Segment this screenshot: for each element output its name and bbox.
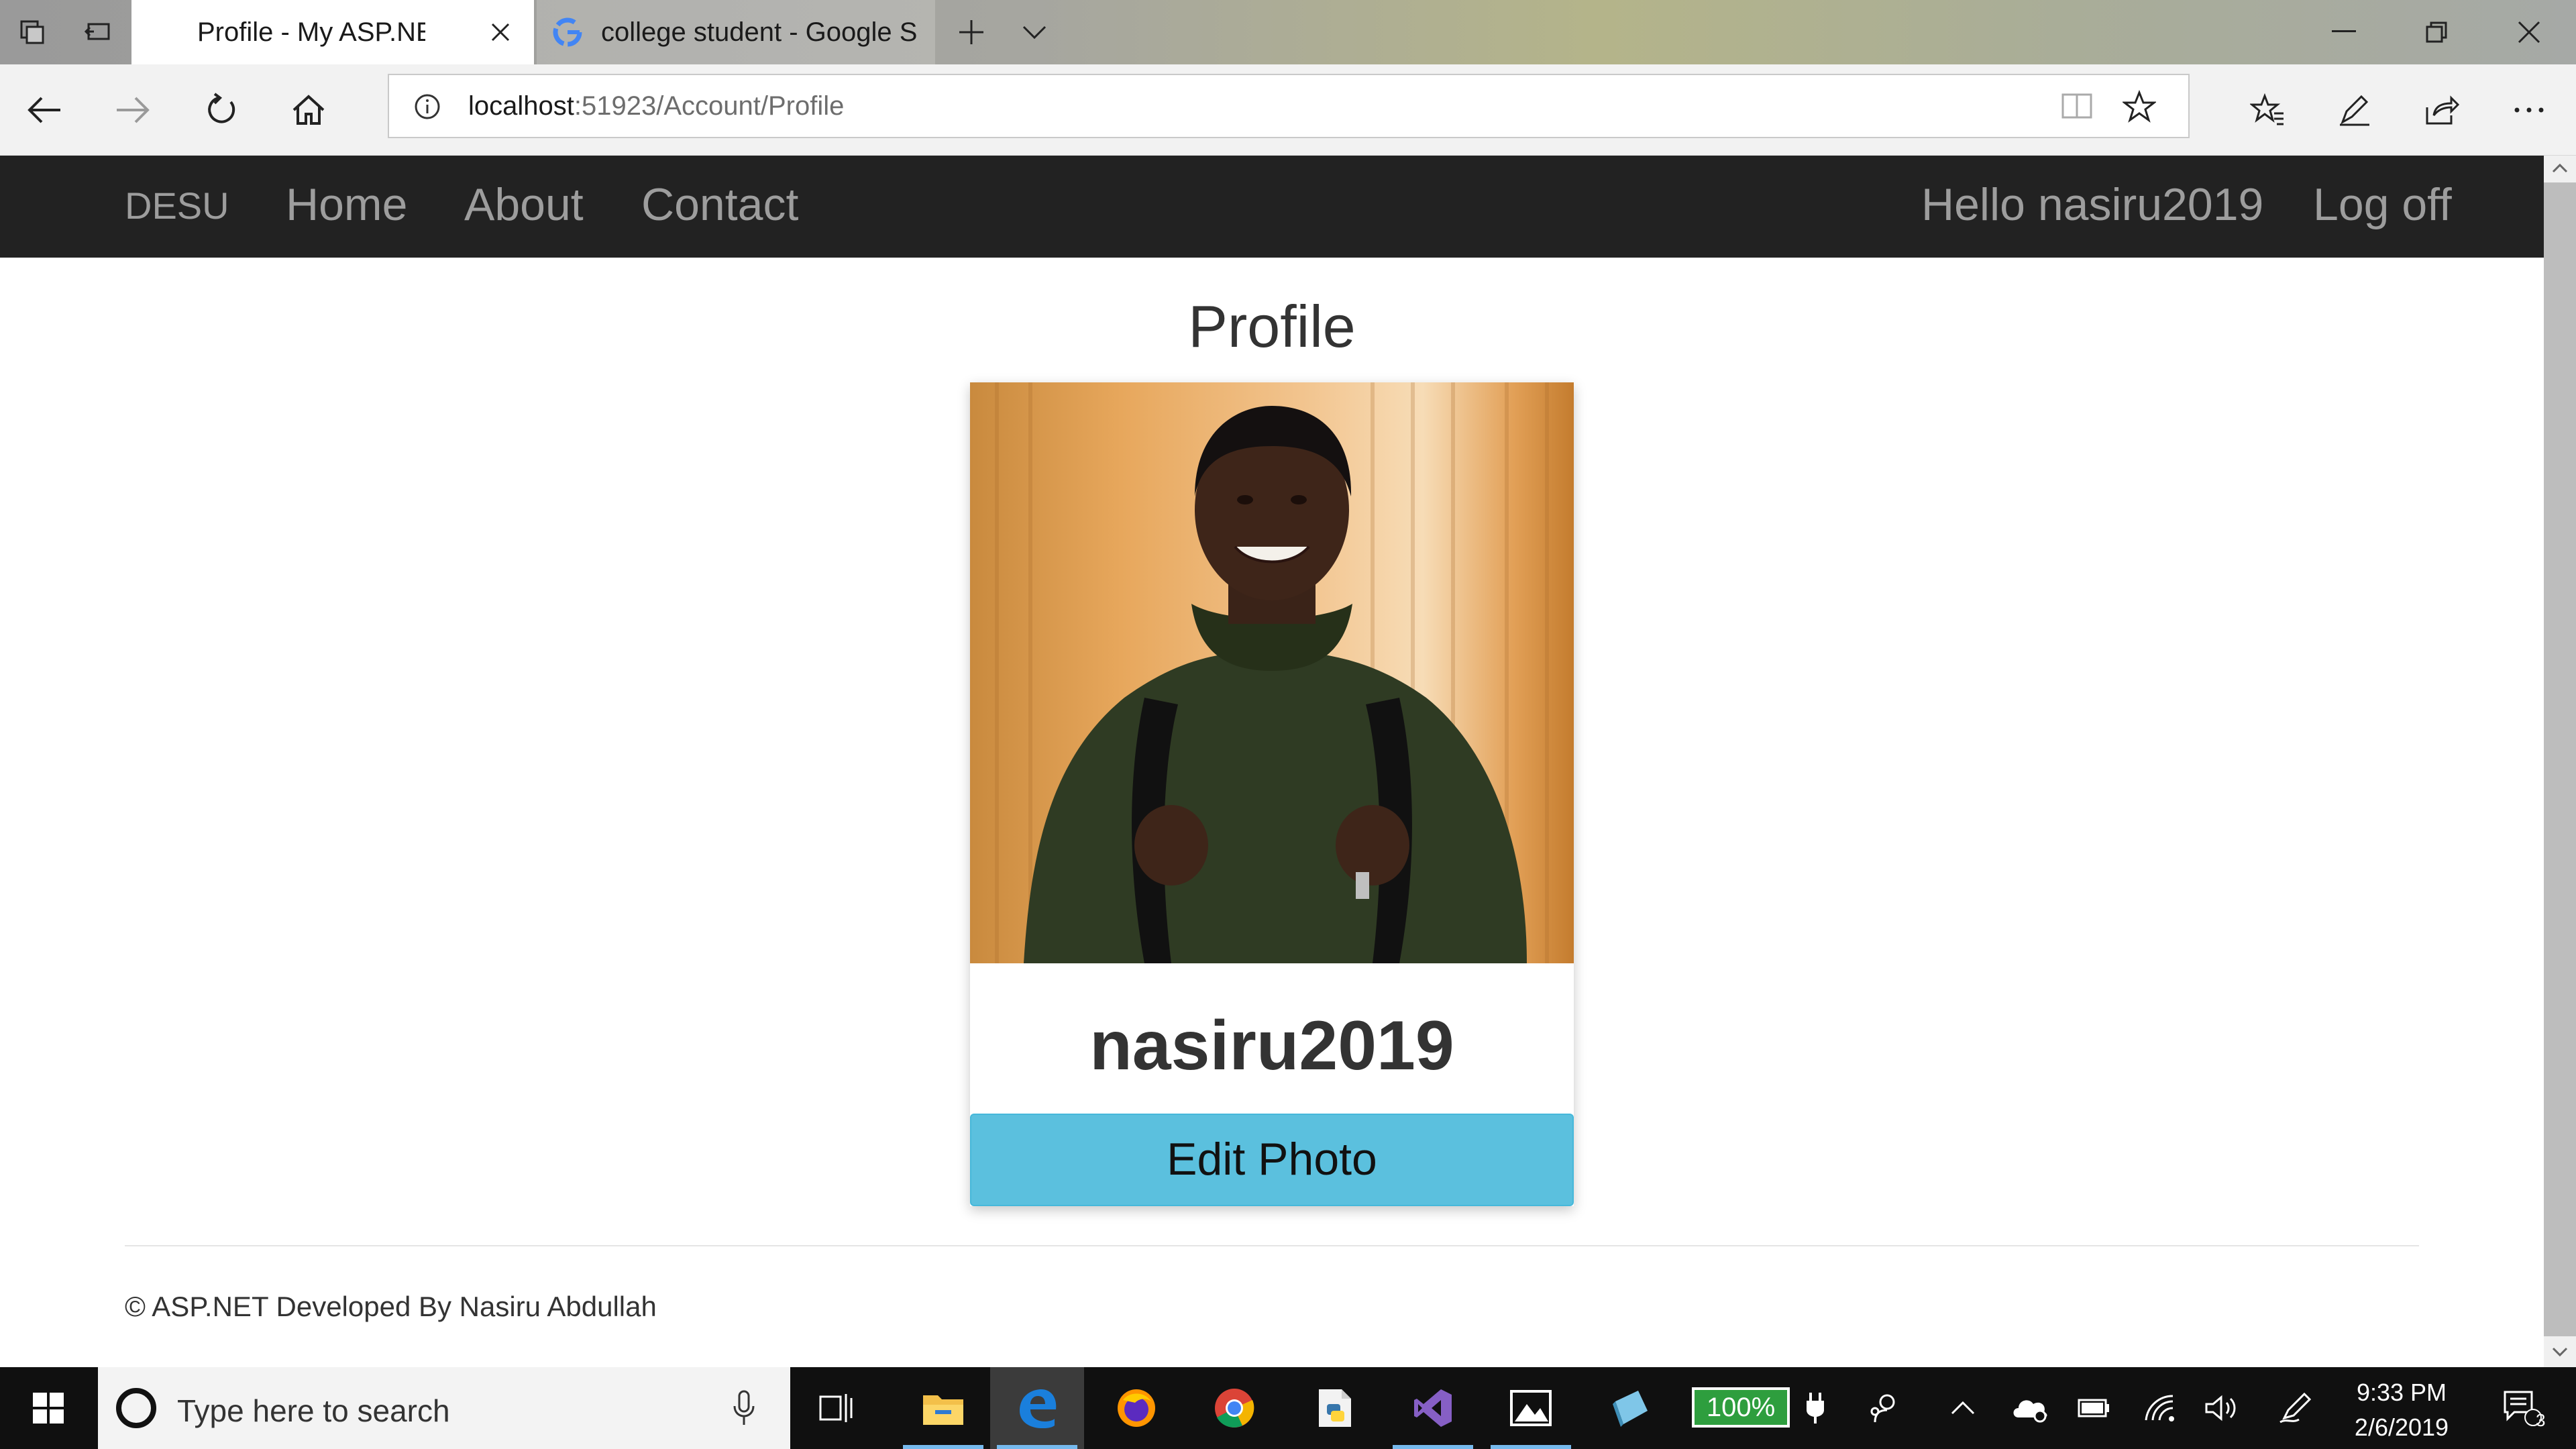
tab-profile[interactable]: Profile - My ASP.NET Ap [131, 0, 534, 64]
nav-home[interactable]: Home [286, 178, 407, 231]
cortana-icon[interactable] [114, 1386, 158, 1434]
minimize-icon[interactable] [2298, 0, 2390, 64]
tab-title: college student - Google Se [601, 17, 916, 47]
app-running-indicator [1393, 1445, 1473, 1449]
address-bar[interactable]: localhost:51923/Account/Profile [388, 74, 2190, 138]
search-placeholder: Type here to search [177, 1393, 450, 1428]
scroll-down-icon[interactable] [2552, 1347, 2568, 1361]
app-running-indicator [903, 1445, 983, 1449]
clock-date: 2/6/2019 [2354, 1413, 2449, 1441]
close-tab-icon[interactable] [487, 19, 514, 46]
nav-about[interactable]: About [464, 178, 584, 231]
restore-icon[interactable] [2391, 0, 2482, 64]
task-view-icon[interactable] [789, 1367, 883, 1449]
footer-text: © ASP.NET Developed By Nasiru Abdullah [125, 1291, 657, 1322]
edge-browser-icon[interactable] [990, 1367, 1084, 1449]
scroll-up-icon[interactable] [2552, 162, 2568, 176]
python-editor-icon[interactable] [1288, 1367, 1382, 1449]
page-title: Profile [1188, 293, 1356, 360]
wifi-icon[interactable] [2133, 1367, 2187, 1449]
people-icon[interactable] [1858, 1367, 1912, 1449]
refresh-icon[interactable] [195, 83, 248, 137]
clock-time: 9:33 PM [2356, 1379, 2447, 1406]
onedrive-cloud-icon[interactable] [2003, 1367, 2057, 1449]
url-host: localhost [468, 91, 574, 121]
footer-divider [125, 1245, 2419, 1246]
chrome-icon[interactable] [1187, 1367, 1281, 1449]
share-icon[interactable] [2415, 83, 2469, 137]
app-running-indicator [1491, 1445, 1571, 1449]
tab-preview-chevron-icon[interactable] [1002, 0, 1067, 64]
edit-photo-button[interactable]: Edit Photo [970, 1114, 1574, 1206]
browser-toolbar: localhost:51923/Account/Profile [0, 64, 2576, 156]
profile-username: nasiru2019 [1089, 1007, 1454, 1085]
taskbar: Type here to search 100% 9:33 PM 2/6/201… [0, 1367, 2576, 1449]
visual-studio-icon[interactable] [1386, 1367, 1480, 1449]
tab-google-search[interactable]: college student - Google Se [537, 0, 935, 64]
greeting-link[interactable]: Hello nasiru2019 [1921, 178, 2263, 231]
url-path: :51923/Account/Profile [574, 91, 845, 121]
firefox-icon[interactable] [1089, 1367, 1183, 1449]
tab-strip: Profile - My ASP.NET Ap college student … [0, 0, 2576, 64]
volume-icon[interactable] [2195, 1367, 2249, 1449]
app-running-indicator [997, 1445, 1077, 1449]
favorite-star-icon[interactable] [2121, 89, 2157, 127]
network-app-icon[interactable] [1583, 1367, 1677, 1449]
page-scrollbar[interactable] [2544, 156, 2576, 1367]
tab-manager-icon[interactable] [0, 0, 64, 64]
action-center-icon[interactable]: 3 [2482, 1367, 2563, 1449]
forward-arrow-icon[interactable] [106, 83, 160, 137]
tab-title: Profile - My ASP.NET Ap [197, 17, 425, 47]
battery-icon[interactable] [2066, 1367, 2120, 1449]
windows-start-icon[interactable] [0, 1367, 97, 1449]
profile-photo [970, 382, 1574, 963]
profile-card: nasiru2019 Edit Photo [970, 382, 1574, 1206]
file-explorer-icon[interactable] [896, 1367, 990, 1449]
google-icon [553, 17, 582, 47]
reading-view-icon[interactable] [2061, 93, 2093, 123]
photos-icon[interactable] [1484, 1367, 1578, 1449]
battery-percent-badge[interactable]: 100% [1692, 1387, 1790, 1428]
set-aside-tabs-icon[interactable] [66, 0, 130, 64]
show-hidden-icons-chevron[interactable] [1936, 1367, 1990, 1449]
nav-contact[interactable]: Contact [641, 178, 798, 231]
notification-count: 3 [2536, 1410, 2546, 1430]
close-window-icon[interactable] [2483, 0, 2575, 64]
site-navbar: DESU Home About Contact Hello nasiru2019… [0, 156, 2544, 258]
brand-link[interactable]: DESU [125, 184, 229, 227]
windows-ink-icon[interactable] [2269, 1367, 2322, 1449]
site-info-icon[interactable] [413, 93, 441, 124]
scroll-thumb[interactable] [2544, 182, 2576, 1336]
new-tab-icon[interactable] [939, 0, 1004, 64]
pen-notes-icon[interactable] [2328, 83, 2381, 137]
back-arrow-icon[interactable] [17, 83, 71, 137]
favorites-hub-icon[interactable] [2241, 83, 2294, 137]
taskbar-clock[interactable]: 9:33 PM 2/6/2019 [2328, 1375, 2475, 1445]
url-text[interactable]: localhost:51923/Account/Profile [468, 91, 844, 121]
logoff-link[interactable]: Log off [2313, 178, 2452, 231]
taskbar-search-box[interactable]: Type here to search [98, 1367, 790, 1449]
home-icon[interactable] [282, 83, 335, 137]
microphone-icon[interactable] [733, 1390, 755, 1430]
more-options-icon[interactable] [2502, 83, 2556, 137]
power-plug-icon[interactable] [1788, 1367, 1842, 1449]
